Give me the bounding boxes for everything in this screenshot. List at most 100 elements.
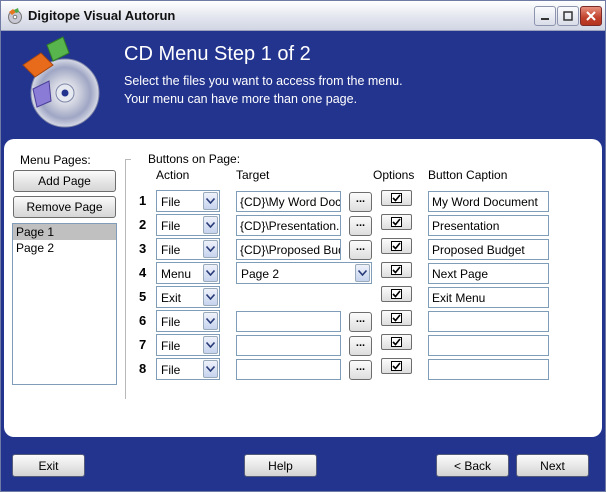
page-list-item[interactable]: Page 2 xyxy=(13,240,116,256)
pages-list[interactable]: Page 1 Page 2 xyxy=(12,223,117,385)
window-title: Digitope Visual Autorun xyxy=(28,8,176,23)
browse-button[interactable]: ... xyxy=(349,192,372,212)
row-number: 5 xyxy=(139,289,147,304)
checkbox-icon xyxy=(391,313,402,323)
checkmark-icon xyxy=(392,338,401,346)
exit-button[interactable]: Exit xyxy=(12,454,85,477)
target-field[interactable]: {CD}\My Word Document.doc xyxy=(236,191,341,212)
chevron-down-icon xyxy=(206,366,215,372)
instruction-line-1: Select the files you want to access from… xyxy=(124,74,403,88)
action-dropdown-button[interactable] xyxy=(203,336,218,354)
caption-field[interactable]: Exit Menu xyxy=(428,287,549,308)
help-button[interactable]: Help xyxy=(244,454,317,477)
action-select[interactable]: File xyxy=(156,310,220,332)
action-dropdown-button[interactable] xyxy=(203,288,218,306)
checkmark-icon xyxy=(392,218,401,226)
target-value: Page 2 xyxy=(241,267,280,281)
options-button[interactable] xyxy=(381,190,412,206)
instruction-line-2: Your menu can have more than one page. xyxy=(124,92,358,106)
checkbox-icon xyxy=(391,337,402,347)
chevron-down-icon xyxy=(206,342,215,348)
options-button[interactable] xyxy=(381,214,412,230)
column-header-options: Options xyxy=(373,168,415,182)
action-select[interactable]: Exit xyxy=(156,286,220,308)
checkbox-icon xyxy=(391,193,402,203)
checkmark-icon xyxy=(392,266,401,274)
action-value: File xyxy=(161,315,181,329)
browse-button[interactable]: ... xyxy=(349,336,372,356)
action-dropdown-button[interactable] xyxy=(203,216,218,234)
minimize-button[interactable] xyxy=(534,6,556,26)
remove-page-button[interactable]: Remove Page xyxy=(13,196,116,218)
browse-button[interactable]: ... xyxy=(349,312,372,332)
maximize-button[interactable] xyxy=(557,6,579,26)
action-dropdown-button[interactable] xyxy=(203,360,218,378)
action-dropdown-button[interactable] xyxy=(203,264,218,282)
row-number: 7 xyxy=(139,337,147,352)
checkbox-icon xyxy=(391,361,402,371)
action-select[interactable]: File xyxy=(156,238,220,260)
add-page-button[interactable]: Add Page xyxy=(13,170,116,192)
action-value: Exit xyxy=(161,291,182,305)
target-page-select[interactable]: Page 2 xyxy=(236,262,372,284)
checkmark-icon xyxy=(392,242,401,250)
checkbox-icon xyxy=(391,241,402,251)
action-select[interactable]: File xyxy=(156,214,220,236)
options-button[interactable] xyxy=(381,334,412,350)
target-field[interactable] xyxy=(236,335,341,356)
caption-field[interactable]: Presentation xyxy=(428,215,549,236)
maximize-icon xyxy=(563,11,573,21)
target-field[interactable] xyxy=(236,359,341,380)
minimize-icon xyxy=(541,18,549,20)
caption-field[interactable] xyxy=(428,311,549,332)
browse-button[interactable]: ... xyxy=(349,216,372,236)
chevron-down-icon xyxy=(358,270,367,276)
action-dropdown-button[interactable] xyxy=(203,312,218,330)
target-field[interactable]: {CD}\Proposed Budget.xls xyxy=(236,239,341,260)
column-header-action: Action xyxy=(156,168,190,182)
browse-button[interactable]: ... xyxy=(349,240,372,260)
action-value: File xyxy=(161,363,181,377)
options-button[interactable] xyxy=(381,358,412,374)
action-dropdown-button[interactable] xyxy=(203,240,218,258)
action-select[interactable]: File xyxy=(156,358,220,380)
page-list-item[interactable]: Page 1 xyxy=(13,224,116,240)
caption-field[interactable] xyxy=(428,359,549,380)
checkmark-icon xyxy=(392,290,401,298)
caption-field[interactable] xyxy=(428,335,549,356)
target-field[interactable]: {CD}\Presentation.ppt xyxy=(236,215,341,236)
checkbox-icon xyxy=(391,217,402,227)
caption-field[interactable]: Proposed Budget xyxy=(428,239,549,260)
options-button[interactable] xyxy=(381,286,412,302)
chevron-down-icon xyxy=(206,246,215,252)
page-heading: CD Menu Step 1 of 2 xyxy=(124,43,311,65)
options-button[interactable] xyxy=(381,262,412,278)
back-button[interactable]: < Back xyxy=(436,454,509,477)
cd-logo-icon xyxy=(22,36,100,128)
action-select[interactable]: File xyxy=(156,334,220,356)
browse-button[interactable]: ... xyxy=(349,360,372,380)
action-value: File xyxy=(161,195,181,209)
action-dropdown-button[interactable] xyxy=(203,192,218,210)
checkmark-icon xyxy=(392,194,401,202)
close-icon xyxy=(586,11,596,21)
caption-field[interactable]: Next Page xyxy=(428,263,549,284)
checkmark-icon xyxy=(392,314,401,322)
caption-field[interactable]: My Word Document xyxy=(428,191,549,212)
row-number: 8 xyxy=(139,361,147,376)
action-select[interactable]: File xyxy=(156,190,220,212)
target-dropdown-button[interactable] xyxy=(355,264,370,282)
next-button[interactable]: Next xyxy=(516,454,589,477)
app-icon xyxy=(8,8,22,24)
target-field[interactable] xyxy=(236,311,341,332)
section-divider xyxy=(125,159,126,399)
instructions: Select the files you want to access from… xyxy=(124,72,403,108)
row-number: 3 xyxy=(139,241,147,256)
close-button[interactable] xyxy=(580,6,602,26)
chevron-down-icon xyxy=(206,270,215,276)
action-select[interactable]: Menu xyxy=(156,262,220,284)
options-button[interactable] xyxy=(381,310,412,326)
options-button[interactable] xyxy=(381,238,412,254)
action-value: Menu xyxy=(161,267,192,281)
row-number: 6 xyxy=(139,313,147,328)
